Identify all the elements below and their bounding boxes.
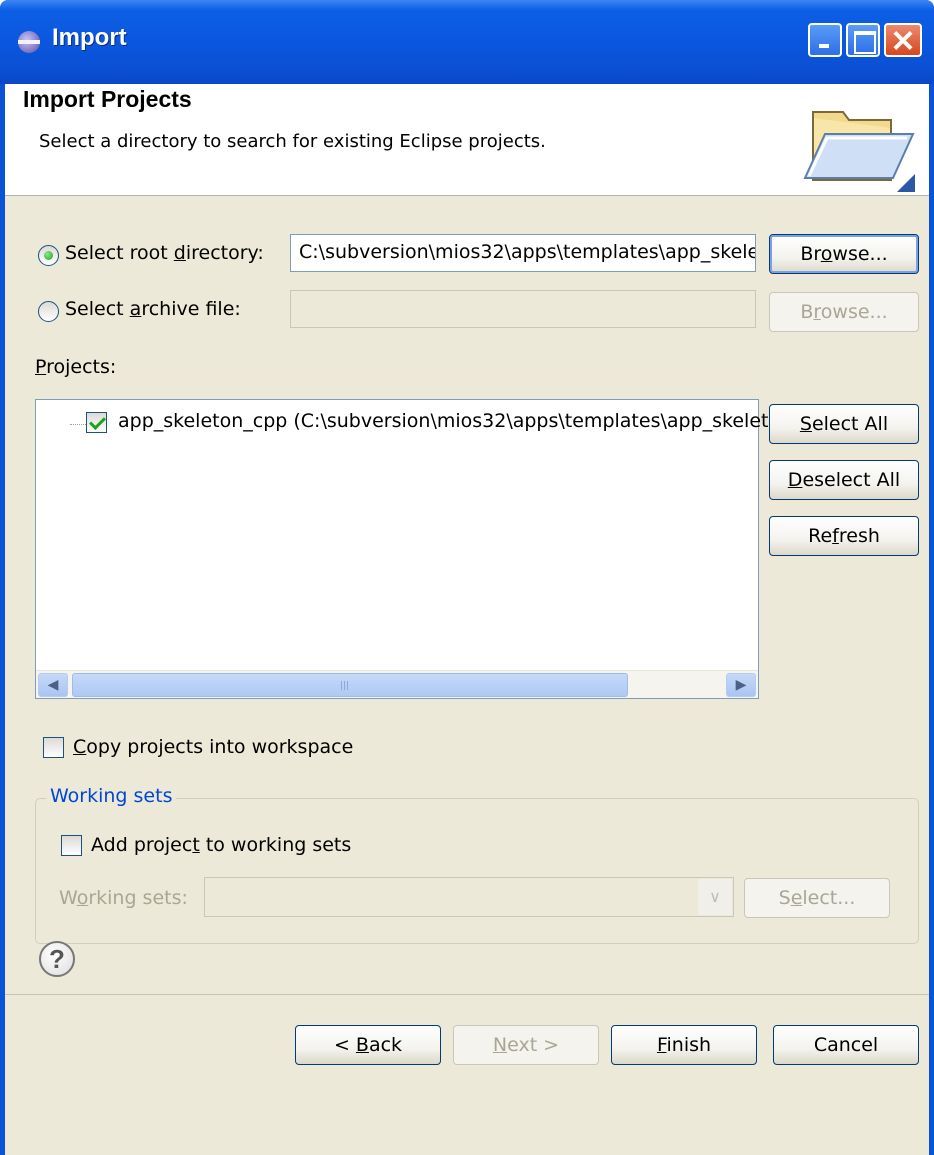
wizard-header: Import Projects Select a directory to se… bbox=[5, 84, 929, 196]
copy-projects-checkbox[interactable] bbox=[43, 737, 64, 758]
root-directory-radio[interactable] bbox=[38, 245, 59, 266]
finish-button[interactable]: Finish bbox=[611, 1025, 757, 1065]
cancel-button[interactable]: Cancel bbox=[773, 1025, 919, 1065]
refresh-button[interactable]: Refresh bbox=[769, 516, 919, 556]
minimize-icon[interactable] bbox=[808, 23, 842, 57]
select-all-button[interactable]: Select All bbox=[769, 404, 919, 444]
archive-file-field[interactable] bbox=[290, 290, 756, 328]
chevron-down-icon[interactable]: ∨ bbox=[698, 879, 732, 915]
back-button[interactable]: < Back bbox=[295, 1025, 441, 1065]
root-directory-label[interactable]: Select root directory: bbox=[65, 242, 264, 264]
add-to-working-sets-checkbox[interactable] bbox=[61, 835, 82, 856]
scrollbar-thumb[interactable] bbox=[72, 673, 628, 697]
working-sets-label: Working sets: bbox=[59, 887, 188, 909]
eclipse-icon bbox=[18, 31, 40, 53]
dialog-content: Import Projects Select a directory to se… bbox=[5, 84, 929, 1155]
projects-list[interactable]: app_skeleton_cpp (C:\subversion\mios32\a… bbox=[35, 399, 844, 699]
archive-file-label[interactable]: Select archive file: bbox=[65, 298, 241, 320]
maximize-icon[interactable] bbox=[846, 23, 880, 57]
chevron-right-icon[interactable]: ▶ bbox=[726, 673, 756, 697]
footer-divider bbox=[5, 994, 929, 995]
projects-label: Projects: bbox=[35, 356, 117, 378]
chevron-left-icon[interactable]: ◀ bbox=[38, 673, 68, 697]
close-icon[interactable] bbox=[884, 23, 922, 57]
window-title: Import bbox=[52, 24, 127, 51]
help-icon[interactable]: ? bbox=[39, 941, 75, 977]
page-description: Select a directory to search for existin… bbox=[39, 131, 546, 152]
horizontal-scrollbar[interactable]: ◀ ▶ bbox=[36, 670, 758, 698]
folder-icon bbox=[803, 111, 915, 192]
working-sets-group-title: Working sets bbox=[46, 785, 177, 807]
project-label[interactable]: app_skeleton_cpp (C:\subversion\mios32\a… bbox=[118, 410, 844, 432]
copy-projects-label[interactable]: Copy projects into workspace bbox=[73, 736, 353, 758]
browse-archive-button[interactable]: Browse... bbox=[769, 292, 919, 332]
root-directory-field[interactable]: C:\subversion\mios32\apps\templates\app_… bbox=[290, 234, 756, 272]
title-bar[interactable]: Import bbox=[0, 0, 934, 84]
next-button[interactable]: Next > bbox=[453, 1025, 599, 1065]
select-working-sets-button[interactable]: Select... bbox=[744, 878, 890, 918]
archive-file-radio[interactable] bbox=[38, 301, 59, 322]
page-title: Import Projects bbox=[23, 86, 192, 112]
project-checkbox[interactable] bbox=[86, 412, 107, 433]
add-to-working-sets-label[interactable]: Add project to working sets bbox=[91, 834, 351, 856]
working-sets-group: Working sets Add project to working sets… bbox=[35, 785, 919, 944]
browse-directory-button[interactable]: Browse... bbox=[769, 234, 919, 274]
import-dialog: Import Import Projects Select a director… bbox=[0, 0, 934, 1155]
deselect-all-button[interactable]: Deselect All bbox=[769, 460, 919, 500]
working-sets-combo[interactable]: ∨ bbox=[204, 877, 734, 917]
